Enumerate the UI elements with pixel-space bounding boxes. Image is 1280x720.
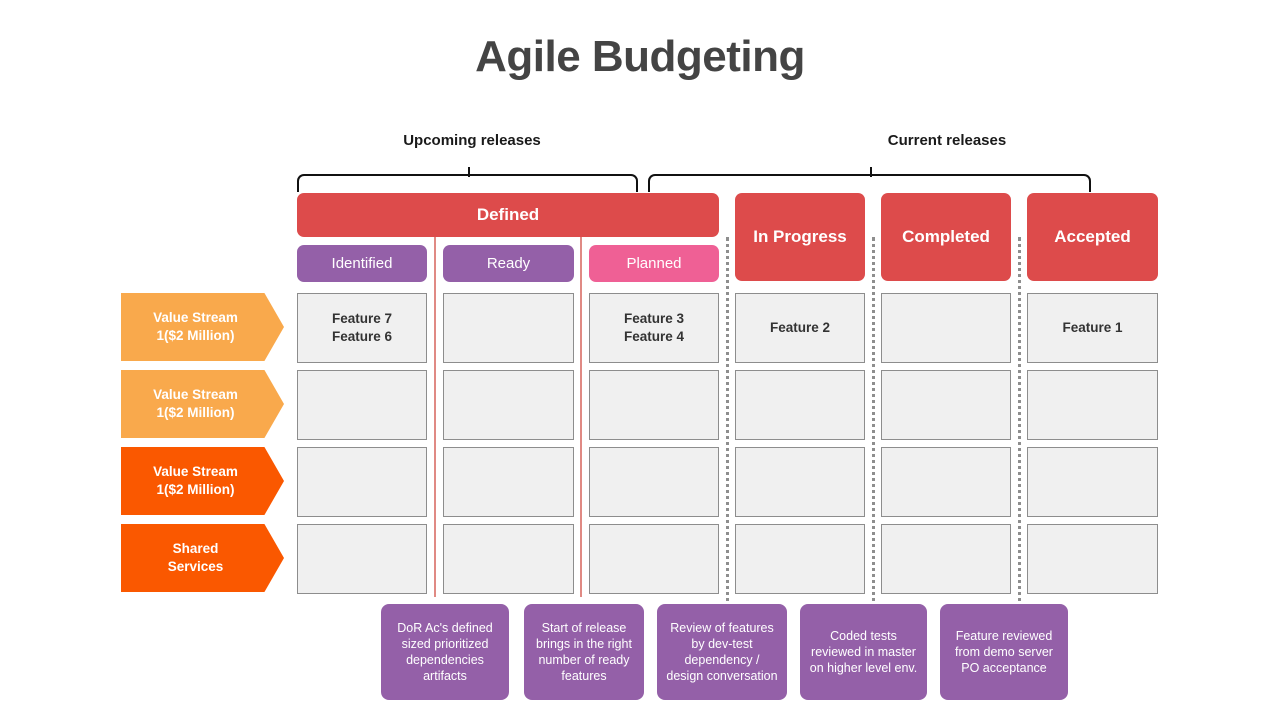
brace-current-releases <box>648 167 1091 192</box>
board-cell[interactable] <box>881 293 1011 363</box>
board-cell[interactable] <box>443 370 574 440</box>
group-caption-upcoming: Upcoming releases <box>403 132 541 149</box>
board-cell[interactable] <box>443 524 574 594</box>
board-cell[interactable] <box>881 370 1011 440</box>
board-cell[interactable]: Feature 2 <box>735 293 865 363</box>
brace-upcoming-releases <box>297 167 638 192</box>
board-cell[interactable]: Feature 3 Feature 4 <box>589 293 719 363</box>
group-caption-current: Current releases <box>887 132 1007 149</box>
row-label-3[interactable]: Value Stream 1($2 Million) <box>121 447 284 515</box>
row-label-2[interactable]: Value Stream 1($2 Million) <box>121 370 284 438</box>
board-cell[interactable] <box>589 370 719 440</box>
board-cell[interactable] <box>297 524 427 594</box>
brace-tick-icon <box>467 167 470 177</box>
board-cell[interactable] <box>443 293 574 363</box>
column-separator-solid <box>434 237 436 597</box>
column-separator-dotted <box>726 237 729 627</box>
note-box-5[interactable]: Feature reviewed from demo server PO acc… <box>940 604 1068 700</box>
row-label-4[interactable]: Shared Services <box>121 524 284 592</box>
board-cell[interactable] <box>735 370 865 440</box>
subcolumn-header-ready[interactable]: Ready <box>443 245 574 282</box>
board-cell[interactable] <box>297 447 427 517</box>
board-cell[interactable] <box>1027 370 1158 440</box>
board-cell[interactable]: Feature 7 Feature 6 <box>297 293 427 363</box>
board-cell[interactable] <box>443 447 574 517</box>
board-cell[interactable] <box>881 447 1011 517</box>
subcolumn-header-planned[interactable]: Planned <box>589 245 719 282</box>
row-label-1[interactable]: Value Stream 1($2 Million) <box>121 293 284 361</box>
slide-canvas: Agile Budgeting Upcoming releases Curren… <box>0 0 1280 720</box>
note-box-2[interactable]: Start of release brings in the right num… <box>524 604 644 700</box>
board-cell[interactable] <box>297 370 427 440</box>
column-separator-dotted <box>1018 237 1021 627</box>
board-cell[interactable]: Feature 1 <box>1027 293 1158 363</box>
board-cell[interactable] <box>881 524 1011 594</box>
note-box-1[interactable]: DoR Ac's defined sized prioritized depen… <box>381 604 509 700</box>
column-header-defined[interactable]: Defined <box>297 193 719 237</box>
note-box-4[interactable]: Coded tests reviewed in master on higher… <box>800 604 927 700</box>
board-cell[interactable] <box>589 447 719 517</box>
page-title: Agile Budgeting <box>475 32 805 81</box>
board-cell[interactable] <box>1027 447 1158 517</box>
board-cell[interactable] <box>735 524 865 594</box>
column-separator-dotted <box>872 237 875 627</box>
subcolumn-header-identified[interactable]: Identified <box>297 245 427 282</box>
board-cell[interactable] <box>1027 524 1158 594</box>
column-header-in-progress[interactable]: In Progress <box>735 193 865 281</box>
board-cell[interactable] <box>589 524 719 594</box>
brace-tick-icon <box>869 167 872 177</box>
column-header-completed[interactable]: Completed <box>881 193 1011 281</box>
note-box-3[interactable]: Review of features by dev-test dependenc… <box>657 604 787 700</box>
column-separator-solid <box>580 237 582 597</box>
column-header-accepted[interactable]: Accepted <box>1027 193 1158 281</box>
board-cell[interactable] <box>735 447 865 517</box>
